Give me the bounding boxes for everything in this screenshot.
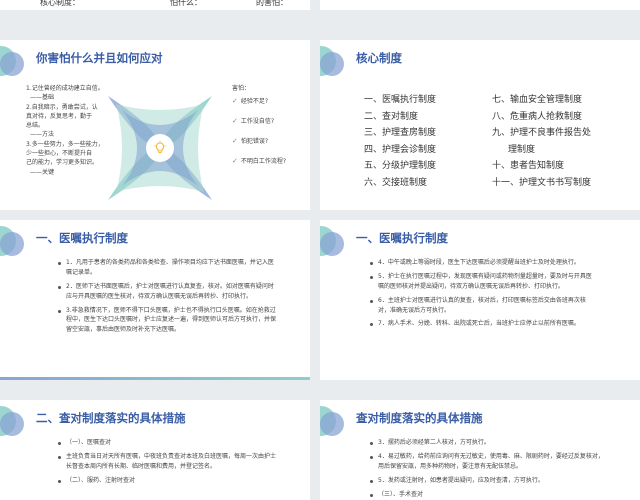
list-item: 5．发药或注射时，如患者提出疑问，应及时查清，方可执行。 bbox=[370, 476, 604, 486]
bullet-list: 3．摆药后必须经第二人核对，方可执行。 4．易过敏药，给药前应询问有无过敏史，使… bbox=[370, 438, 604, 500]
list-item: 3．摆药后必须经第二人核对，方可执行。 bbox=[370, 438, 604, 448]
slide-title: 查对制度落实的具体措施 bbox=[356, 411, 483, 425]
top-slide-strip: 核心制度： 怕什么： 的害怕： bbox=[0, 0, 310, 10]
systems-column-right: 七、输血安全管理制度 八、危重病人抢救制度 九、护理不良事件报告处 理制度 十、患者告… bbox=[492, 95, 592, 188]
list-item: （一）、医嘱查对 bbox=[58, 438, 280, 448]
check-icon: ✓ bbox=[232, 97, 238, 105]
check-icon: ✓ bbox=[232, 157, 238, 165]
lightbulb-icon bbox=[154, 141, 166, 153]
list-item: 1．凡用于患者的各类药品和各类检查、操作项目均应下达书面医嘱，并记入医嘱记录单。 bbox=[58, 258, 278, 278]
list-item: 7．病人手术、分娩、转科、出院或死亡后，当班护士应停止以前所有医嘱。 bbox=[370, 319, 594, 329]
slide-core-systems[interactable]: 核心制度 一、医嘱执行制度 二、查对制度 三、护理查房制度 四、护理会诊制度 五、分级… bbox=[320, 40, 640, 210]
list-item: 4．中午或晚上等弱时段，医生下达医嘱后必须提醒当班护士及时处理执行。 bbox=[370, 258, 594, 268]
corner-decoration bbox=[0, 226, 32, 256]
list-item: 3.非急救情况下，医师不得下口头医嘱，护士也不得执行口头医嘱。如在抢救过程中，医… bbox=[58, 306, 278, 336]
list-item: 2．医师下达书面医嘱后，护士对医嘱进行认真复查，核对。如对医嘱有疑问时应与开具医… bbox=[58, 282, 278, 302]
slide-title: 一、医嘱执行制度 bbox=[356, 231, 448, 245]
slide-title: 二、查对制度落实的具体措施 bbox=[36, 411, 186, 425]
check-icon: ✓ bbox=[232, 117, 238, 125]
systems-column-left: 一、医嘱执行制度 二、查对制度 三、护理查房制度 四、护理会诊制度 五、分级护理制度六… bbox=[364, 95, 437, 188]
slide-fear[interactable]: 你害怕什么并且如何应对 1.记住曾经的成功建立自信。 ——基础 2.自我暗示，勇… bbox=[0, 40, 310, 210]
slide-order-exec-2[interactable]: 一、医嘱执行制度 4．中午或晚上等弱时段，医生下达医嘱后必须提醒当班护士及时处理… bbox=[320, 220, 640, 380]
list-item: 主班负责当日对天所有医嘱，中夜班负责查对本班及白班医嘱，每周一次由护士长督查本周… bbox=[58, 452, 280, 472]
slide-title: 一、医嘱执行制度 bbox=[36, 231, 128, 245]
top-text-2: 怕什么： bbox=[170, 0, 202, 7]
list-item: 6．主班护士对医嘱进行认真的复查，核对后，打印医嘱标签后交由各班再次核对，准确无… bbox=[370, 296, 594, 316]
bullet-list: 4．中午或晚上等弱时段，医生下达医嘱后必须提醒当班护士及时处理执行。 5．护士在… bbox=[370, 258, 594, 333]
advice-text: 1.记住曾经的成功建立自信。 ——基础 2.自我暗示，勇敢尝试，认 真对待，反复… bbox=[26, 85, 104, 176]
corner-decoration bbox=[320, 406, 352, 436]
slide-check-measures-2[interactable]: 查对制度落实的具体措施 3．摆药后必须经第二人核对，方可执行。 4．易过敏药，给… bbox=[320, 400, 640, 500]
fear-item: ✓ 经验不足? bbox=[232, 97, 269, 105]
top-text-1: 核心制度： bbox=[40, 0, 80, 7]
bullet-list: 1．凡用于患者的各类药品和各类检查、操作项目均应下达书面医嘱，并记入医嘱记录单。… bbox=[58, 258, 278, 339]
bullet-list: （一）、医嘱查对 主班负责当日对天所有医嘱，中夜班负责查对本班及白班医嘱，每周一… bbox=[58, 438, 280, 490]
top-text-3: 的害怕： bbox=[256, 0, 288, 7]
slide-title: 你害怕什么并且如何应对 bbox=[36, 51, 163, 65]
fear-item: ✓ 不明白工作流程? bbox=[232, 157, 287, 165]
fear-item: ✓ 工作没自信? bbox=[232, 117, 275, 125]
slide-check-measures-1[interactable]: 二、查对制度落实的具体措施 （一）、医嘱查对 主班负责当日对天所有医嘱，中夜班负… bbox=[0, 400, 310, 500]
fear-label: 害怕： bbox=[232, 85, 251, 92]
corner-decoration bbox=[0, 406, 32, 436]
corner-decoration bbox=[320, 226, 352, 256]
list-item: （二）、服药、注射时查对 bbox=[58, 476, 280, 486]
list-item: （三）、手术查对 bbox=[370, 490, 604, 500]
bottom-bar bbox=[0, 377, 310, 380]
slide-title: 核心制度 bbox=[356, 51, 402, 65]
slide-order-exec-1[interactable]: 一、医嘱执行制度 1．凡用于患者的各类药品和各类检查、操作项目均应下达书面医嘱，… bbox=[0, 220, 310, 380]
corner-decoration bbox=[320, 46, 352, 76]
check-icon: ✓ bbox=[232, 137, 238, 145]
corner-decoration bbox=[0, 46, 32, 76]
list-item: 5．护士在执行医嘱过程中，发现医嘱有疑问或药物剂量超量时，要及时与开具医嘱的医师… bbox=[370, 272, 594, 292]
list-item: 4．易过敏药，给药前应询问有无过敏史，使用毒、麻、限剧药时，要经过反复核对，用后… bbox=[370, 452, 604, 472]
top-slide-strip-right bbox=[320, 0, 640, 10]
fear-item: ✓ 怕犯错误? bbox=[232, 137, 269, 145]
